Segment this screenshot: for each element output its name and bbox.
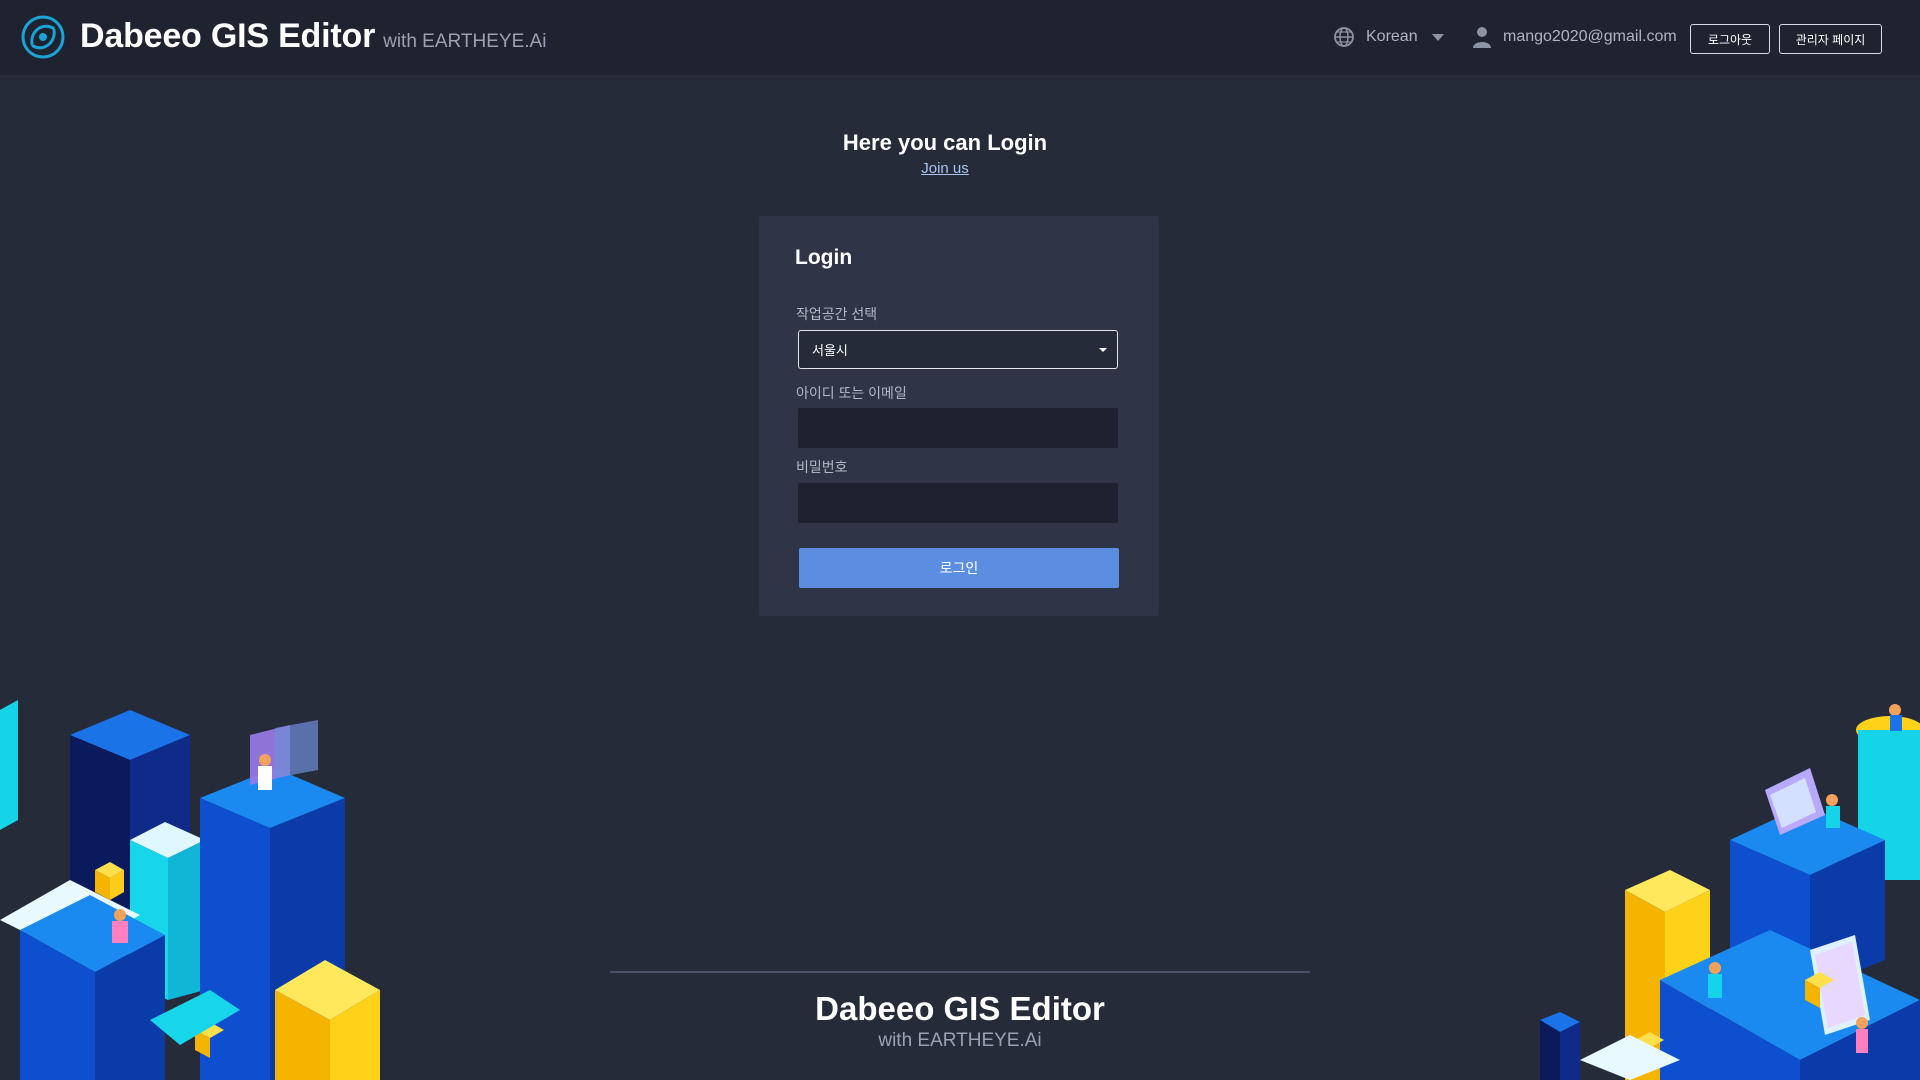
top-header: Dabeeo GIS Editor with EARTHEYE.Ai Korea… [0, 0, 1920, 75]
caret-down-icon [1099, 348, 1107, 352]
app-title: Dabeeo GIS Editor [80, 17, 376, 55]
chevron-down-icon [1431, 33, 1444, 41]
user-info: mango2020@gmail.com [1471, 25, 1677, 49]
workspace-label: 작업공간 선택 [796, 306, 878, 322]
password-label: 비밀번호 [796, 459, 848, 475]
logout-button[interactable]: 로그아웃 [1690, 24, 1770, 54]
join-link-wrapper: Join us [0, 160, 1890, 177]
workspace-select[interactable]: 서울시 [798, 330, 1118, 369]
language-selector[interactable]: Korean [1333, 26, 1444, 48]
eartheye-logo-icon[interactable] [20, 14, 66, 60]
id-email-input[interactable] [798, 408, 1118, 448]
app-subtitle: with EARTHEYE.Ai [383, 31, 547, 52]
password-input[interactable] [798, 483, 1118, 523]
footer-title: Dabeeo GIS Editor [815, 990, 1105, 1027]
footer-divider [610, 971, 1310, 973]
brand[interactable]: Dabeeo GIS Editor with EARTHEYE.Ai [80, 17, 546, 56]
language-label: Korean [1366, 28, 1418, 45]
id-label: 아이디 또는 이메일 [796, 385, 907, 401]
page-heading: Here you can Login [842, 130, 1048, 155]
join-us-link[interactable]: Join us [921, 160, 969, 177]
globe-icon [1334, 27, 1354, 47]
user-email: mango2020@gmail.com [1503, 28, 1677, 45]
footer-subtitle: with EARTHEYE.Ai [878, 1030, 1042, 1051]
admin-page-button[interactable]: 관리자 페이지 [1779, 24, 1882, 54]
workspace-value: 서울시 [812, 343, 848, 358]
login-card: Login 작업공간 선택 서울시 아이디 또는 이메일 비밀번호 로그인 [759, 216, 1159, 616]
login-button[interactable]: 로그인 [799, 548, 1119, 588]
login-title: Login [795, 246, 853, 269]
user-icon [1473, 27, 1491, 48]
